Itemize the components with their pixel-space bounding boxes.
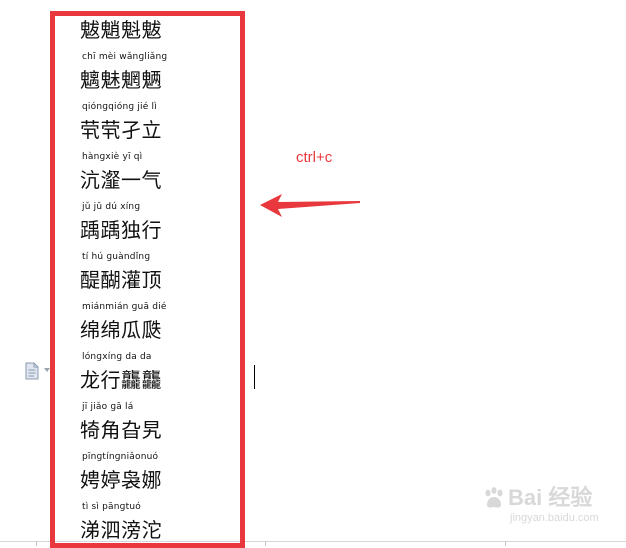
paw-logo-icon <box>485 487 503 508</box>
copy-shortcut-label: ctrl+c <box>296 149 333 166</box>
selection-highlight-box <box>50 11 245 548</box>
document-icon[interactable] <box>24 362 40 380</box>
document-page: 魃魈魁魃 chī mèi wǎnɡliǎnɡ 魑魅魍魉 qiónɡqiónɡ j… <box>0 0 626 548</box>
watermark-url: jingyan.baidu.com <box>510 512 599 524</box>
ruler-tick <box>36 541 37 546</box>
watermark-text: Bai 经验 <box>508 485 593 510</box>
text-cursor <box>254 365 255 389</box>
baidu-watermark: Bai 经验 jingyan.baidu.com <box>478 478 618 542</box>
left-arrow-icon <box>260 194 360 217</box>
ruler-tick <box>265 541 266 546</box>
